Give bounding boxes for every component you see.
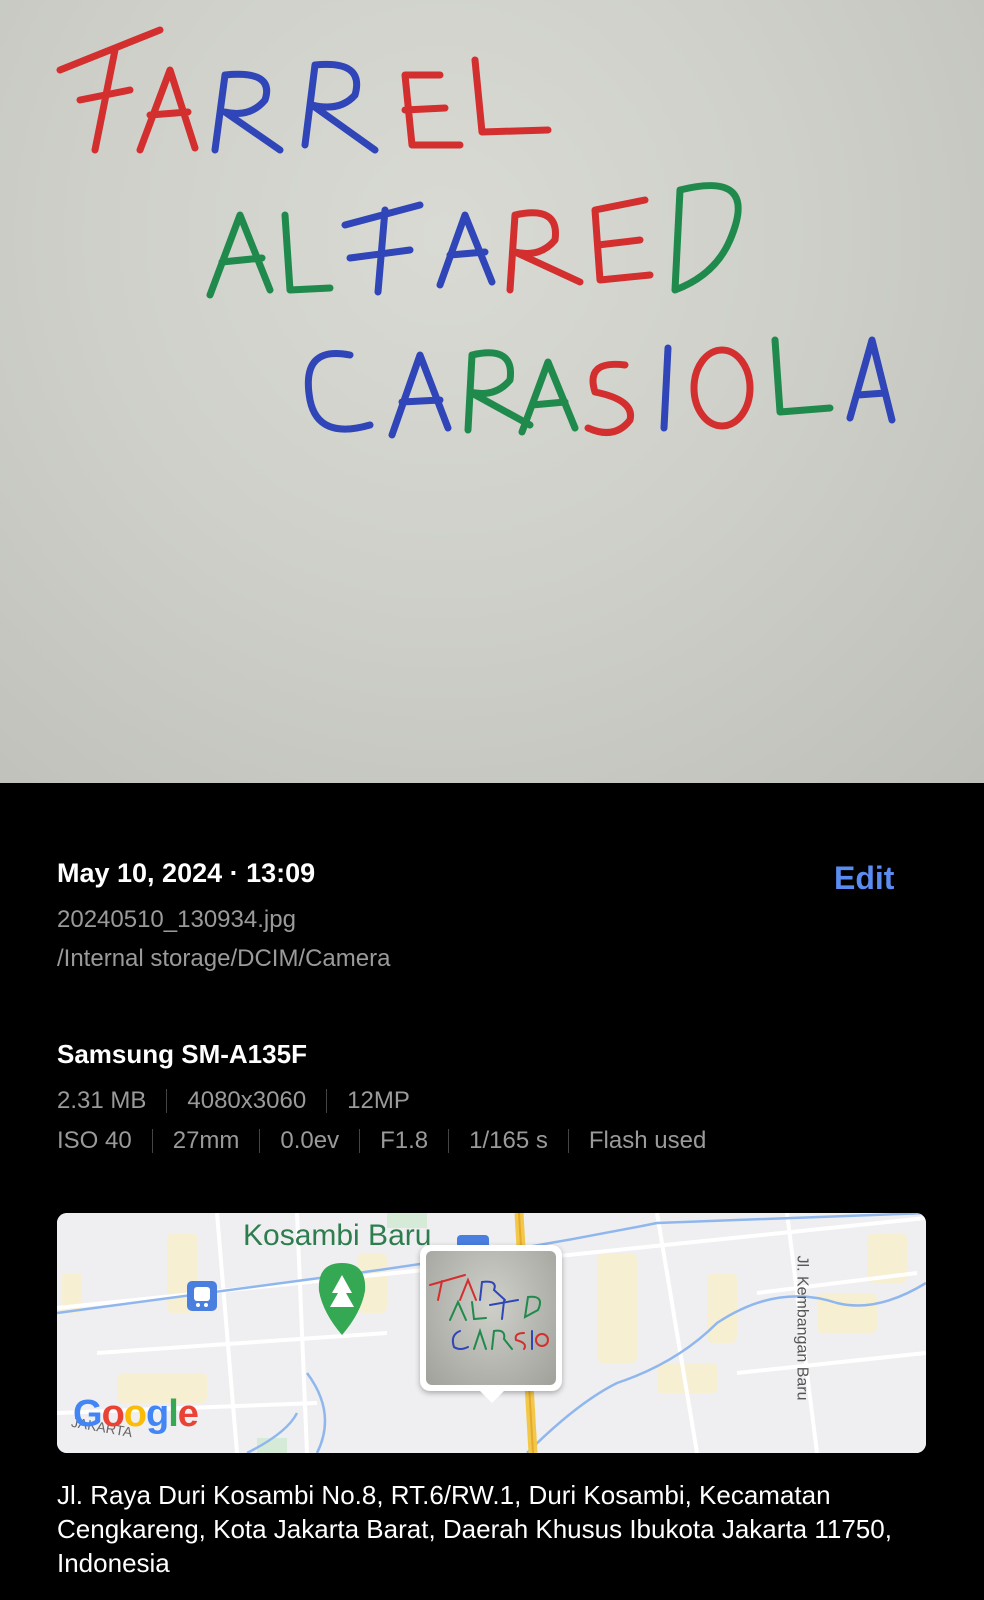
file-specs-row: 2.31 MB 4080x3060 12MP <box>57 1087 410 1115</box>
exposure-value: 0.0ev <box>280 1127 340 1154</box>
focal-length: 27mm <box>172 1127 240 1154</box>
file-path: /Internal storage/DCIM/Camera <box>57 945 391 972</box>
location-map[interactable]: Kosambi Baru Jl. Kembangan Baru JAKARTA <box>57 1213 926 1453</box>
divider <box>259 1129 261 1153</box>
flash-status: Flash used <box>588 1127 707 1154</box>
resolution: 4080x3060 <box>187 1087 307 1114</box>
photo-location-thumbnail[interactable] <box>420 1245 562 1403</box>
megapixels: 12MP <box>347 1087 410 1114</box>
divider <box>166 1089 168 1113</box>
file-size: 2.31 MB <box>57 1087 147 1114</box>
map-area-label: Kosambi Baru <box>243 1219 432 1252</box>
divider <box>448 1129 450 1153</box>
file-name: 20240510_130934.jpg <box>57 906 296 933</box>
thumbnail-image <box>429 1274 549 1350</box>
divider <box>359 1129 361 1153</box>
photo-view[interactable] <box>0 0 984 783</box>
shutter-speed: 1/165 s <box>469 1127 548 1154</box>
camera-model: Samsung SM-A135F <box>57 1039 307 1069</box>
handwritten-name-image <box>56 26 896 439</box>
google-logo: Google <box>73 1393 199 1435</box>
edit-button[interactable]: Edit <box>834 860 894 897</box>
divider <box>326 1089 328 1113</box>
map-street-label: Jl. Kembangan Baru <box>793 1255 811 1401</box>
location-address: Jl. Raya Duri Kosambi No.8, RT.6/RW.1, D… <box>57 1480 892 1578</box>
aperture: F1.8 <box>380 1127 429 1154</box>
iso: ISO 40 <box>57 1127 132 1154</box>
exposure-specs-row: ISO 40 27mm 0.0ev F1.8 1/165 s Flash use… <box>57 1127 706 1155</box>
divider <box>567 1129 569 1153</box>
transit-station-icon <box>187 1281 217 1311</box>
thumbnail-pointer <box>480 1391 504 1403</box>
divider <box>151 1129 153 1153</box>
date-time: May 10, 2024 · 13:09 <box>57 858 316 888</box>
